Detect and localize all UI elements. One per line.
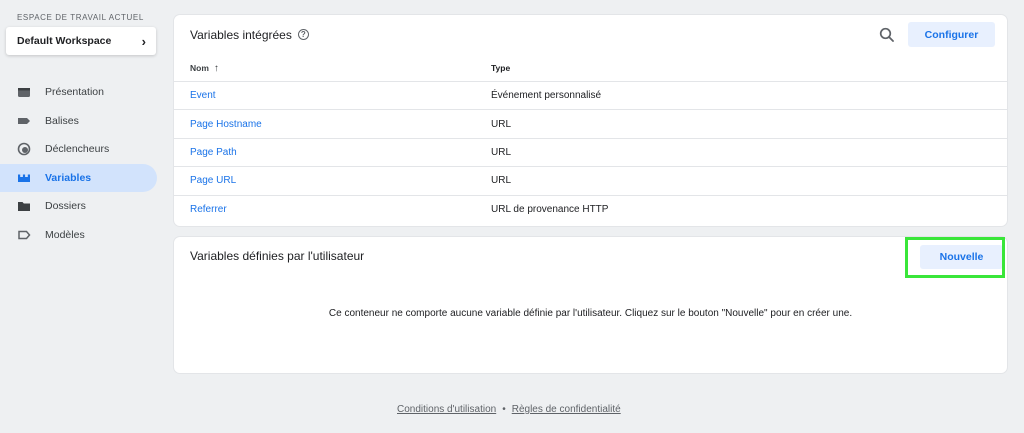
column-header-name-text: Nom [190, 62, 209, 73]
column-header-type: Type [491, 63, 511, 73]
terms-link[interactable]: Conditions d'utilisation [397, 404, 496, 415]
variable-type: URL [491, 146, 512, 158]
variable-type: URL [491, 175, 512, 187]
sidebar: ESPACE DE TRAVAIL ACTUEL Default Workspa… [0, 0, 165, 433]
new-variable-button[interactable]: Nouvelle [920, 245, 1003, 269]
empty-state-message: Ce conteneur ne comporte aucune variable… [328, 308, 853, 319]
template-icon [17, 228, 31, 242]
user-variables-title: Variables définies par l'utilisateur [190, 249, 365, 263]
table-header: Nom ↑ Type [174, 55, 1007, 82]
footer-separator: • [502, 404, 506, 415]
builtin-variables-table: Nom ↑ Type Event Événement personnalisé P… [174, 55, 1007, 224]
sidebar-item-label: Variables [45, 171, 92, 184]
sidebar-nav: Présentation Balises Déclencheurs Variab… [0, 78, 157, 250]
user-variables-card: Variables définies par l'utilisateur Nou… [174, 237, 1007, 373]
chevron-right-icon: › [141, 33, 146, 49]
overview-icon [17, 85, 31, 99]
sidebar-item-label: Déclencheurs [45, 143, 110, 156]
configure-button[interactable]: Configurer [908, 22, 995, 47]
column-header-name[interactable]: Nom ↑ [174, 63, 491, 74]
variable-type: Événement personnalisé [491, 90, 602, 102]
sidebar-item-folders[interactable]: Dossiers [0, 192, 157, 220]
variable-name-link[interactable]: Referrer [174, 204, 491, 215]
sidebar-item-templates[interactable]: Modèles [0, 221, 157, 249]
builtin-variables-card: Variables intégrées? Configurer Nom ↑ Typ… [174, 15, 1007, 226]
folder-icon [17, 199, 31, 213]
table-row: Event Événement personnalisé [174, 82, 1007, 111]
sidebar-item-label: Dossiers [45, 200, 86, 213]
sidebar-item-label: Présentation [45, 86, 104, 98]
variable-name-link[interactable]: Page Hostname [174, 119, 491, 130]
trigger-icon [17, 142, 31, 156]
table-row: Page URL URL [174, 167, 1007, 196]
variable-name-link[interactable]: Page Path [174, 147, 491, 158]
variable-type: URL [491, 118, 512, 130]
table-row: Page Hostname URL [174, 110, 1007, 139]
sidebar-item-triggers[interactable]: Déclencheurs [0, 135, 157, 163]
variables-icon [17, 171, 31, 185]
sidebar-item-variables[interactable]: Variables [0, 163, 157, 192]
help-icon[interactable]: ? [297, 29, 309, 41]
workspace-selector[interactable]: Default Workspace › [6, 27, 156, 55]
variable-name-link[interactable]: Event [174, 90, 491, 101]
sidebar-item-overview[interactable]: Présentation [0, 78, 157, 106]
sidebar-item-tags[interactable]: Balises [0, 107, 157, 135]
variable-name-link[interactable]: Page URL [174, 175, 491, 186]
sort-arrow-up-icon: ↑ [213, 62, 219, 74]
sidebar-item-label: Balises [45, 114, 79, 127]
builtin-variables-title-text: Variables intégrées [190, 28, 292, 42]
tag-icon [17, 114, 31, 128]
workspace-name: Default Workspace [17, 35, 112, 47]
table-row: Page Path URL [174, 139, 1007, 168]
privacy-link[interactable]: Règles de confidentialité [512, 404, 621, 415]
workspace-label: ESPACE DE TRAVAIL ACTUEL [17, 13, 144, 22]
builtin-variables-title: Variables intégrées? [190, 28, 309, 42]
sidebar-item-label: Modèles [45, 228, 85, 241]
search-icon[interactable] [878, 26, 896, 44]
table-row: Referrer URL de provenance HTTP [174, 196, 1007, 224]
footer: Conditions d'utilisation • Règles de confi… [397, 404, 621, 415]
variable-type: URL de provenance HTTP [491, 204, 609, 216]
